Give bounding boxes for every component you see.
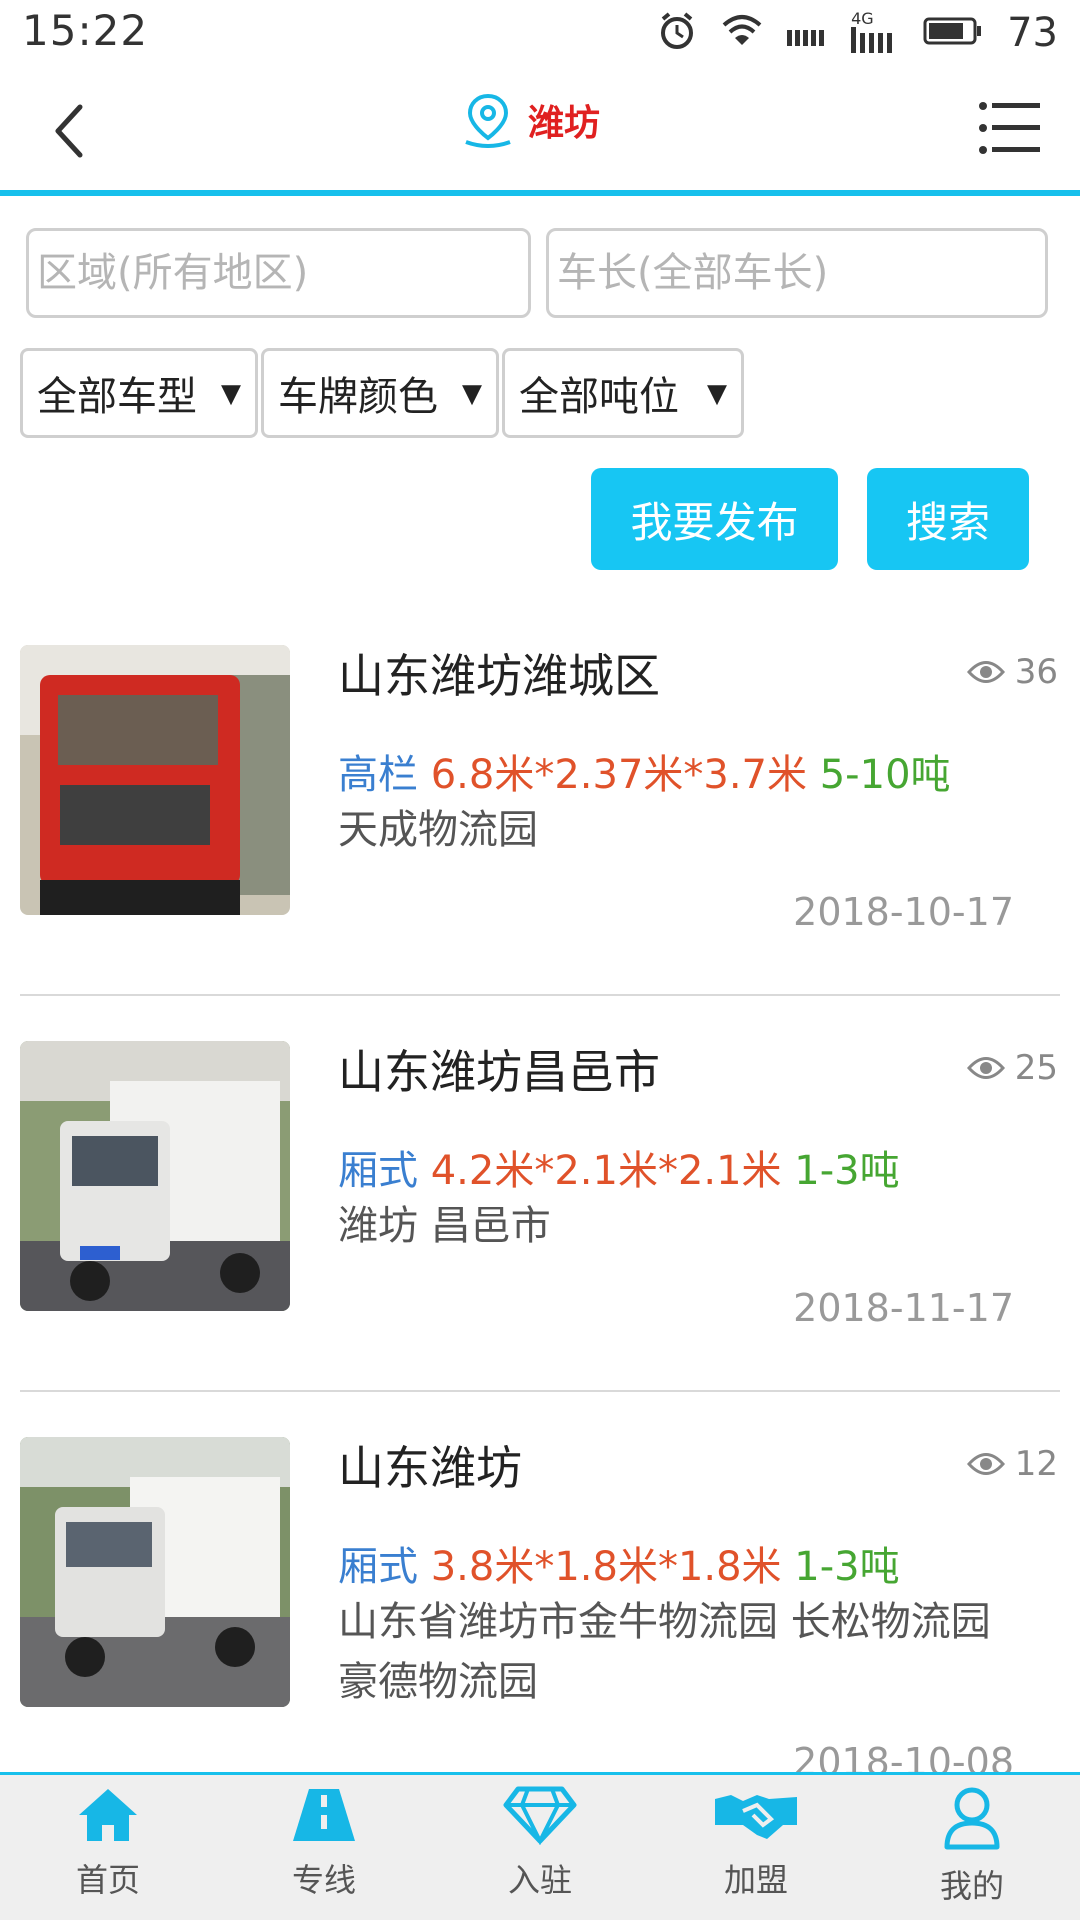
diamond-icon xyxy=(503,1786,577,1845)
dropdown-arrow-icon: ▼ xyxy=(707,379,727,409)
back-button[interactable] xyxy=(40,96,100,166)
listing-spec: 厢式 3.8米*1.8米*1.8米 1-3吨 xyxy=(338,1534,900,1592)
view-count-value: 25 xyxy=(1014,1048,1058,1088)
truck-type: 厢式 xyxy=(338,1544,418,1590)
search-button[interactable]: 搜索 xyxy=(867,468,1029,570)
list-item[interactable]: 山东潍坊 12 厢式 3.8米*1.8米*1.8米 1-3吨 山东省潍坊市金牛物… xyxy=(0,1432,1080,1772)
truck-photo xyxy=(20,645,290,915)
divider xyxy=(20,1390,1060,1392)
plate-color-select[interactable]: 车牌颜色 ▼ xyxy=(261,348,499,438)
length-input[interactable] xyxy=(557,250,1045,296)
eye-icon xyxy=(966,1057,1005,1079)
listing-spec: 厢式 4.2米*2.1米*2.1米 1-3吨 xyxy=(338,1138,900,1196)
nav-routes[interactable]: 专线 xyxy=(216,1775,432,1920)
status-icons: 4G 73 xyxy=(657,9,1058,56)
listing-date: 2018-10-08 xyxy=(793,1740,1014,1772)
nav-profile[interactable]: 我的 xyxy=(864,1775,1080,1920)
truck-size: 4.2米*2.1米*2.1米 xyxy=(430,1148,782,1194)
listing-title: 山东潍坊潍城区 xyxy=(338,649,660,703)
nav-label: 我的 xyxy=(939,1867,1004,1905)
vehicle-type-select[interactable]: 全部车型 ▼ xyxy=(20,348,258,438)
list-item[interactable]: 山东潍坊昌邑市 25 厢式 4.2米*2.1米*2.1米 1-3吨 潍坊 昌邑市… xyxy=(0,1036,1080,1396)
listing-address: 潍坊 昌邑市 xyxy=(338,1203,551,1249)
dropdown-arrow-icon: ▼ xyxy=(221,379,241,409)
listing-address: 山东省潍坊市金牛物流园 长松物流园 豪德物流园 xyxy=(338,1599,991,1705)
alarm-icon xyxy=(657,11,697,55)
region-input[interactable] xyxy=(37,250,528,296)
chevron-left-icon xyxy=(55,104,83,158)
view-count-value: 36 xyxy=(1014,652,1058,692)
listing-date: 2018-11-17 xyxy=(793,1286,1014,1330)
handshake-icon xyxy=(715,1795,797,1839)
truck-tonnage: 5-10吨 xyxy=(819,752,951,798)
length-field[interactable] xyxy=(546,228,1048,318)
eye-icon xyxy=(966,1453,1005,1475)
divider xyxy=(20,994,1060,996)
road-icon xyxy=(293,1789,355,1841)
listing-spec: 高栏 6.8米*2.37米*3.7米 5-10吨 xyxy=(338,742,951,800)
listing-title: 山东潍坊昌邑市 xyxy=(338,1045,660,1099)
nav-franchise[interactable]: 加盟 xyxy=(648,1775,864,1920)
plate-color-value: 车牌颜色 xyxy=(278,374,438,420)
nav-label: 首页 xyxy=(75,1861,140,1899)
eye-icon xyxy=(966,661,1005,683)
publish-button[interactable]: 我要发布 xyxy=(591,468,838,570)
location-pin-icon xyxy=(465,93,511,148)
list-item[interactable]: 山东潍坊潍城区 36 高栏 6.8米*2.37米*3.7米 5-10吨 天成物流… xyxy=(0,640,1080,1000)
dropdown-arrow-icon: ▼ xyxy=(462,379,482,409)
city-selector[interactable]: 潍坊 xyxy=(460,90,600,150)
nav-join[interactable]: 入驻 xyxy=(432,1775,648,1920)
network-type-label: 4G xyxy=(851,9,874,28)
signal-4g-icon: 4G xyxy=(851,9,899,53)
list-menu-icon xyxy=(979,102,1040,154)
truck-size: 6.8米*2.37米*3.7米 xyxy=(430,752,808,798)
app-header: 潍坊 xyxy=(0,66,1080,196)
truck-photo xyxy=(20,1041,290,1311)
nav-label: 专线 xyxy=(291,1861,356,1899)
bottom-nav: 首页 专线 入驻 加盟 我的 xyxy=(0,1772,1080,1920)
status-bar: 15:22 4G 73 xyxy=(0,0,1080,66)
page-title: 潍坊 xyxy=(528,103,601,144)
menu-button[interactable] xyxy=(978,100,1042,160)
user-icon xyxy=(944,1787,1000,1850)
vehicle-type-value: 全部车型 xyxy=(37,374,197,420)
tonnage-value: 全部吨位 xyxy=(519,374,679,420)
truck-tonnage: 1-3吨 xyxy=(794,1148,900,1194)
view-count: 36 xyxy=(966,652,1058,692)
truck-type: 高栏 xyxy=(338,752,418,798)
wifi-icon xyxy=(721,13,763,53)
battery-percent: 73 xyxy=(1007,10,1058,56)
nav-label: 入驻 xyxy=(507,1861,572,1899)
truck-photo xyxy=(20,1437,290,1707)
listing-title: 山东潍坊 xyxy=(338,1441,522,1495)
screen: 15:22 4G 73 潍坊 区域(所有地区) 车长(全部车长) 全部车型 ▼ … xyxy=(0,0,1080,1920)
view-count: 12 xyxy=(966,1444,1058,1484)
nav-label: 加盟 xyxy=(723,1861,788,1899)
battery-icon xyxy=(923,16,983,50)
listing-address: 天成物流园 xyxy=(338,807,538,853)
nav-home[interactable]: 首页 xyxy=(0,1775,216,1920)
home-icon xyxy=(79,1789,137,1841)
region-field[interactable] xyxy=(26,228,531,318)
status-time: 15:22 xyxy=(22,6,149,55)
truck-tonnage: 1-3吨 xyxy=(794,1544,900,1590)
view-count-value: 12 xyxy=(1014,1444,1058,1484)
signal-icon xyxy=(787,16,827,50)
tonnage-select[interactable]: 全部吨位 ▼ xyxy=(502,348,744,438)
listing-date: 2018-10-17 xyxy=(793,890,1014,934)
view-count: 25 xyxy=(966,1048,1058,1088)
truck-size: 3.8米*1.8米*1.8米 xyxy=(430,1544,782,1590)
truck-type: 厢式 xyxy=(338,1148,418,1194)
